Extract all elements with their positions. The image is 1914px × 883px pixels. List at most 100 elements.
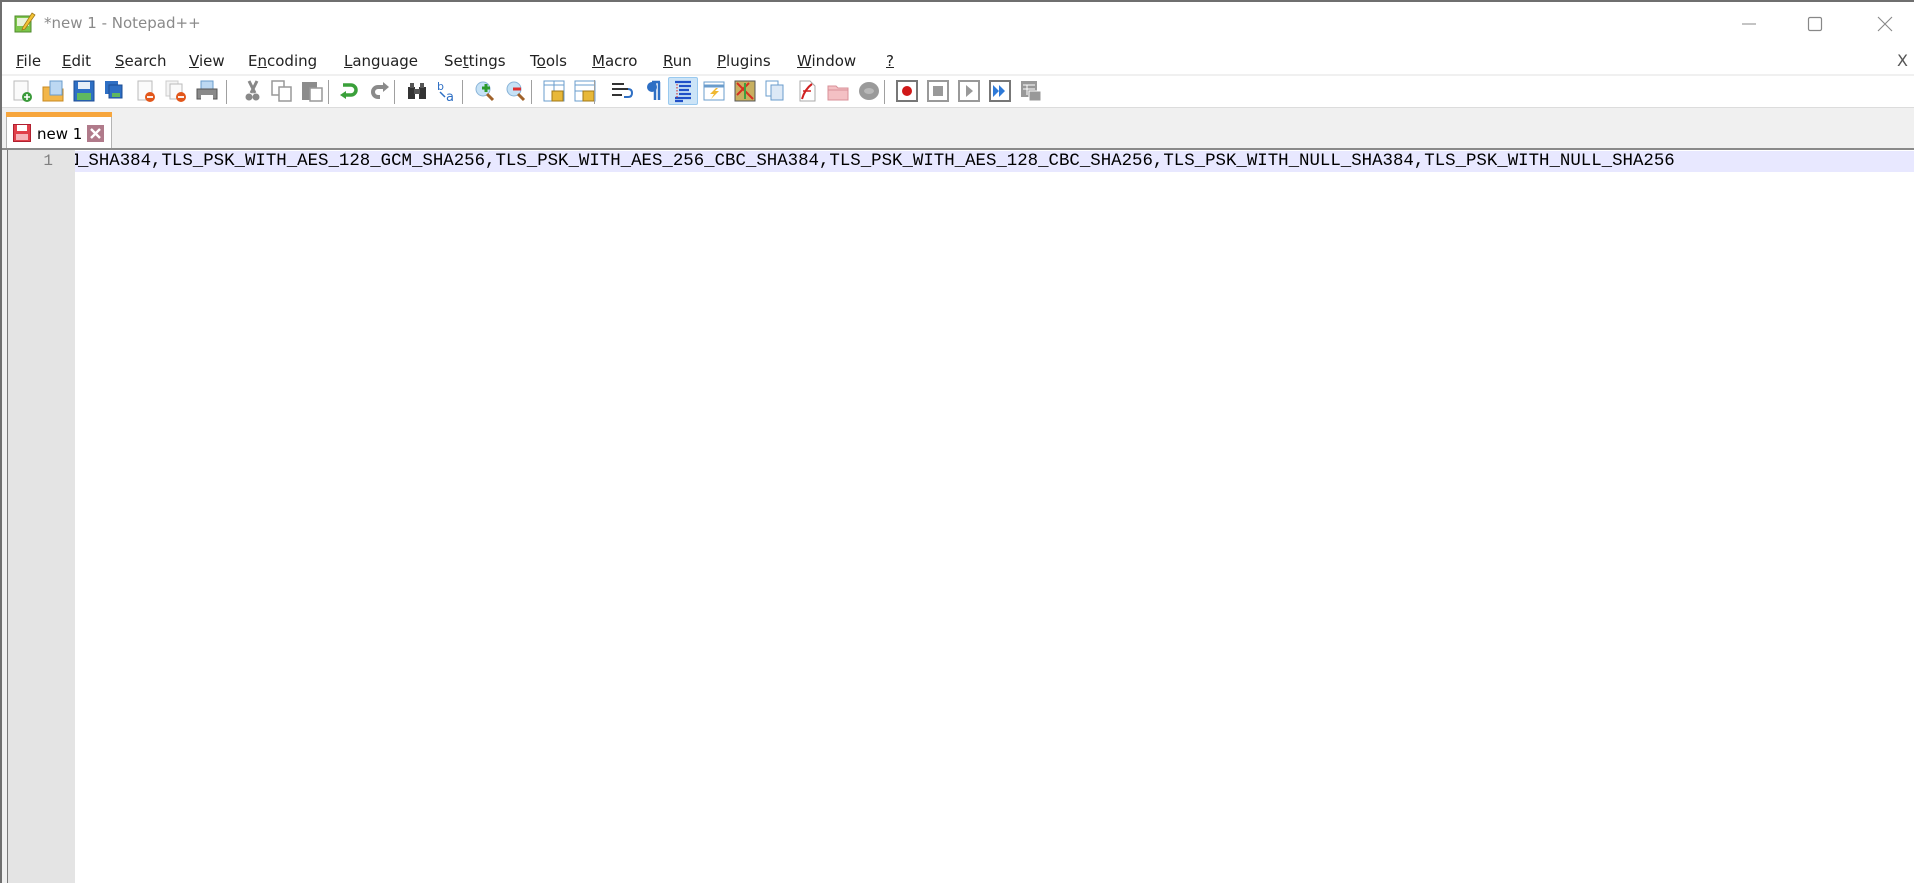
monitoring-button[interactable] <box>857 79 881 103</box>
menu-window[interactable]: Window <box>797 52 856 70</box>
replace-icon: ba <box>437 80 454 103</box>
current-line[interactable]: I_SHA384,TLS_PSK_WITH_AES_128_GCM_SHA256… <box>75 151 1914 172</box>
tab-new-1[interactable]: new 1 <box>6 112 112 148</box>
toolbar-separator <box>328 80 329 104</box>
playback-macro-button[interactable] <box>957 79 981 103</box>
undo-icon <box>340 83 358 99</box>
close-icon <box>1877 16 1893 32</box>
copy-button[interactable] <box>270 79 294 103</box>
save-macro-button[interactable] <box>1019 79 1043 103</box>
redo-icon <box>371 82 389 99</box>
menu-plugins[interactable]: Plugins <box>717 52 771 70</box>
function-list-button[interactable] <box>795 79 819 103</box>
menu-bar: X File Edit Search View Encoding Language Sett… <box>2 46 1914 76</box>
monitoring-icon <box>859 82 879 100</box>
line-text: _SHA384,TLS_PSK_WITH_AES_128_GCM_SHA256,… <box>78 152 1675 171</box>
minimize-icon <box>1742 23 1756 25</box>
cut-button[interactable] <box>241 79 265 103</box>
run-macro-multiple-icon <box>989 80 1011 102</box>
undo-button[interactable] <box>337 79 361 103</box>
print-button[interactable] <box>195 79 219 103</box>
indent-guide-icon <box>675 80 691 103</box>
word-wrap-icon <box>612 83 634 98</box>
document-map-icon <box>734 80 756 102</box>
menu-run[interactable]: Run <box>663 52 692 70</box>
replace-button[interactable]: ba <box>436 79 460 103</box>
folder-as-workspace-icon <box>827 85 849 101</box>
start-recording-button[interactable] <box>895 79 919 103</box>
toolbar-separator <box>394 80 395 104</box>
document-list-icon <box>765 80 784 101</box>
toolbar-separator <box>594 80 595 104</box>
save-all-button[interactable] <box>103 79 127 103</box>
menu-encoding[interactable]: Encoding <box>248 52 317 70</box>
minimize-button[interactable] <box>1716 2 1782 46</box>
maximize-icon <box>1807 16 1823 32</box>
user-defined-language-button[interactable] <box>702 79 726 103</box>
menu-file[interactable]: File <box>16 52 41 70</box>
open-file-icon <box>42 80 64 102</box>
redo-button[interactable] <box>368 79 392 103</box>
paste-icon <box>302 82 323 102</box>
open-file-button[interactable] <box>41 79 65 103</box>
tab-bar: new 1 <box>2 108 1914 148</box>
sync-vertical-scroll-icon <box>543 80 565 102</box>
zoom-out-icon <box>506 81 526 102</box>
playback-macro-icon <box>958 80 980 102</box>
editor[interactable]: 1 I_SHA384,TLS_PSK_WITH_AES_128_GCM_SHA2… <box>2 148 1914 883</box>
toolbar-separator <box>531 80 532 104</box>
menu-edit[interactable]: Edit <box>62 52 91 70</box>
close-icon <box>137 80 155 102</box>
copy-icon <box>271 80 292 102</box>
menu-tools[interactable]: Tools <box>530 52 567 70</box>
svg-text:a: a <box>446 90 454 103</box>
menu-settings[interactable]: Settings <box>444 52 506 70</box>
print-icon <box>196 80 218 100</box>
word-wrap-button[interactable] <box>610 79 634 103</box>
cut-icon <box>245 80 260 101</box>
show-all-characters-button[interactable] <box>641 79 665 103</box>
save-button[interactable] <box>72 79 96 103</box>
line-number-gutter: 1 <box>8 150 75 883</box>
close-all-icon <box>165 80 186 102</box>
indent-guide-button[interactable] <box>668 77 698 105</box>
start-recording-icon <box>896 80 918 102</box>
new-file-button[interactable] <box>10 79 34 103</box>
toolbar: ba <box>2 76 1914 108</box>
menu-language[interactable]: Language <box>344 52 418 70</box>
document-list-button[interactable] <box>764 79 788 103</box>
save-all-icon <box>105 81 123 99</box>
title-bar: *new 1 - Notepad++ <box>2 2 1914 46</box>
user-defined-language-icon <box>703 81 725 101</box>
menu-help[interactable]: ? <box>886 52 894 70</box>
stop-recording-button[interactable] <box>926 79 950 103</box>
menu-view[interactable]: View <box>189 52 225 70</box>
close-document-button[interactable]: X <box>1897 51 1908 70</box>
svg-text:b: b <box>437 80 444 93</box>
tab-close-icon[interactable] <box>87 125 104 142</box>
paste-button[interactable] <box>300 79 324 103</box>
new-file-icon <box>13 80 32 102</box>
close-button[interactable] <box>134 79 158 103</box>
find-button[interactable] <box>405 79 429 103</box>
folder-as-workspace-button[interactable] <box>826 79 850 103</box>
toolbar-separator <box>462 80 463 104</box>
maximize-button[interactable] <box>1782 2 1848 46</box>
sync-vertical-scroll-button[interactable] <box>542 79 566 103</box>
zoom-in-button[interactable] <box>473 79 497 103</box>
line-number: 1 <box>43 152 53 170</box>
function-list-icon <box>799 80 816 102</box>
menu-macro[interactable]: Macro <box>592 52 637 70</box>
close-all-button[interactable] <box>164 79 188 103</box>
toolbar-separator <box>884 80 885 104</box>
window-title: *new 1 - Notepad++ <box>44 14 201 32</box>
menu-search[interactable]: Search <box>115 52 167 70</box>
text-area[interactable]: I_SHA384,TLS_PSK_WITH_AES_128_GCM_SHA256… <box>75 150 1914 883</box>
find-icon <box>408 83 426 99</box>
close-button[interactable] <box>1852 2 1914 46</box>
zoom-out-button[interactable] <box>504 79 528 103</box>
document-map-button[interactable] <box>733 79 757 103</box>
run-macro-multiple-button[interactable] <box>988 79 1012 103</box>
notepadpp-app-icon <box>14 12 36 33</box>
toolbar-separator <box>226 80 227 104</box>
